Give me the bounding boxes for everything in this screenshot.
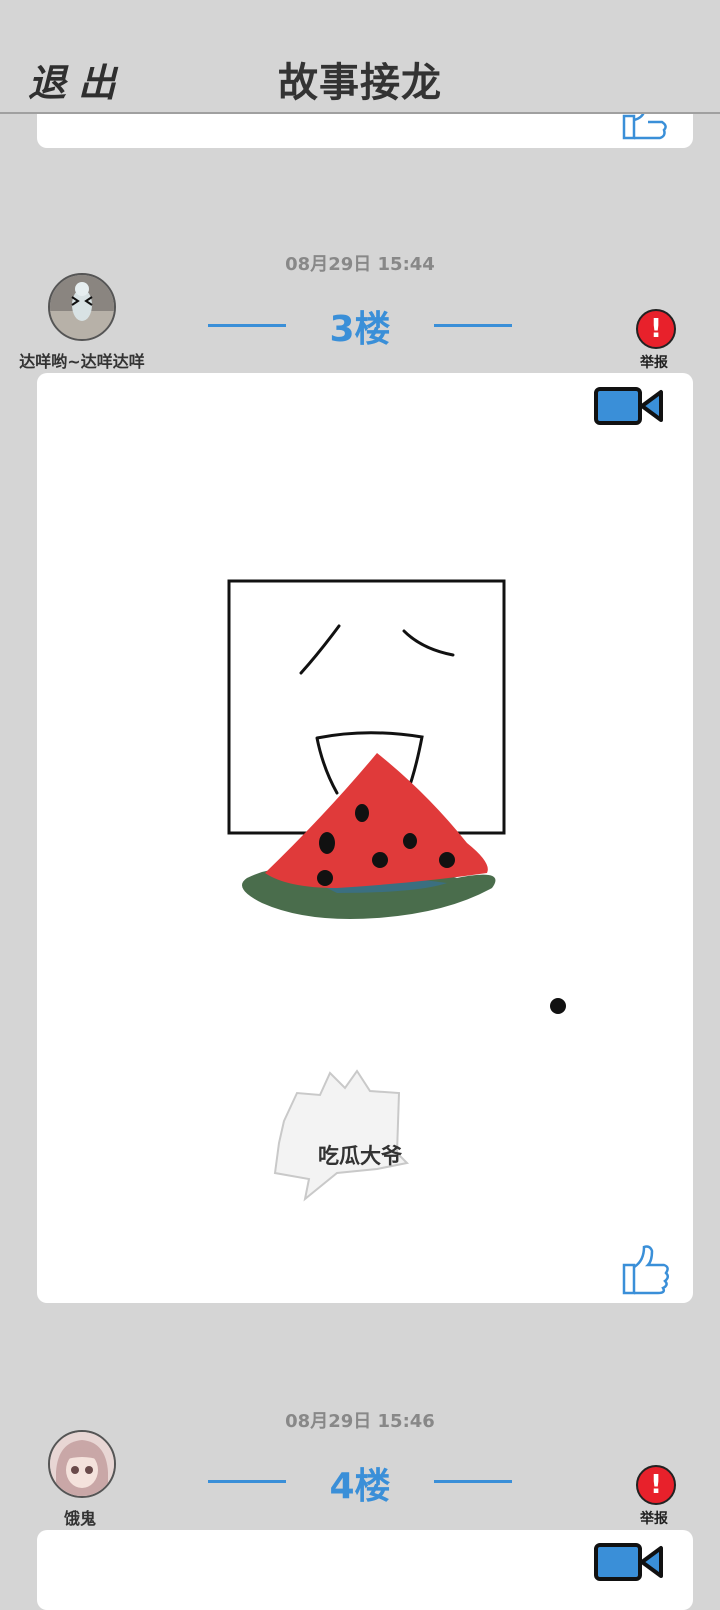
thumbs-up-icon[interactable]	[620, 112, 670, 142]
floor-divider-left	[208, 1480, 286, 1483]
username: 达咩哟~达咩达咩	[19, 352, 145, 371]
post-timestamp: 08月29日 15:46	[285, 1411, 435, 1432]
thumbs-up-icon[interactable]	[620, 1243, 670, 1295]
avatar-image	[50, 1432, 114, 1496]
floor-divider-right	[434, 1480, 512, 1483]
floor-divider-left	[208, 324, 286, 327]
avatar-image	[50, 275, 114, 339]
avatar[interactable]	[48, 1430, 116, 1498]
page-title: 故事接龙	[278, 60, 442, 106]
alert-icon[interactable]	[636, 309, 676, 349]
avatar[interactable]	[48, 273, 116, 341]
floor-divider-right	[434, 324, 512, 327]
video-camera-icon[interactable]	[593, 1541, 665, 1583]
report-button[interactable]: 举报	[640, 352, 668, 372]
username: 饿鬼	[63, 1509, 96, 1528]
alert-icon[interactable]	[636, 1465, 676, 1505]
app-header: 退出 故事接龙	[0, 0, 720, 114]
speech-bubble-text: 吃瓜大爷	[318, 1144, 402, 1168]
report-button[interactable]: 举报	[640, 1508, 668, 1528]
floor-number: 4楼	[329, 1466, 391, 1507]
floor-number: 3楼	[329, 309, 391, 350]
post-timestamp: 08月29日 15:44	[285, 254, 435, 275]
